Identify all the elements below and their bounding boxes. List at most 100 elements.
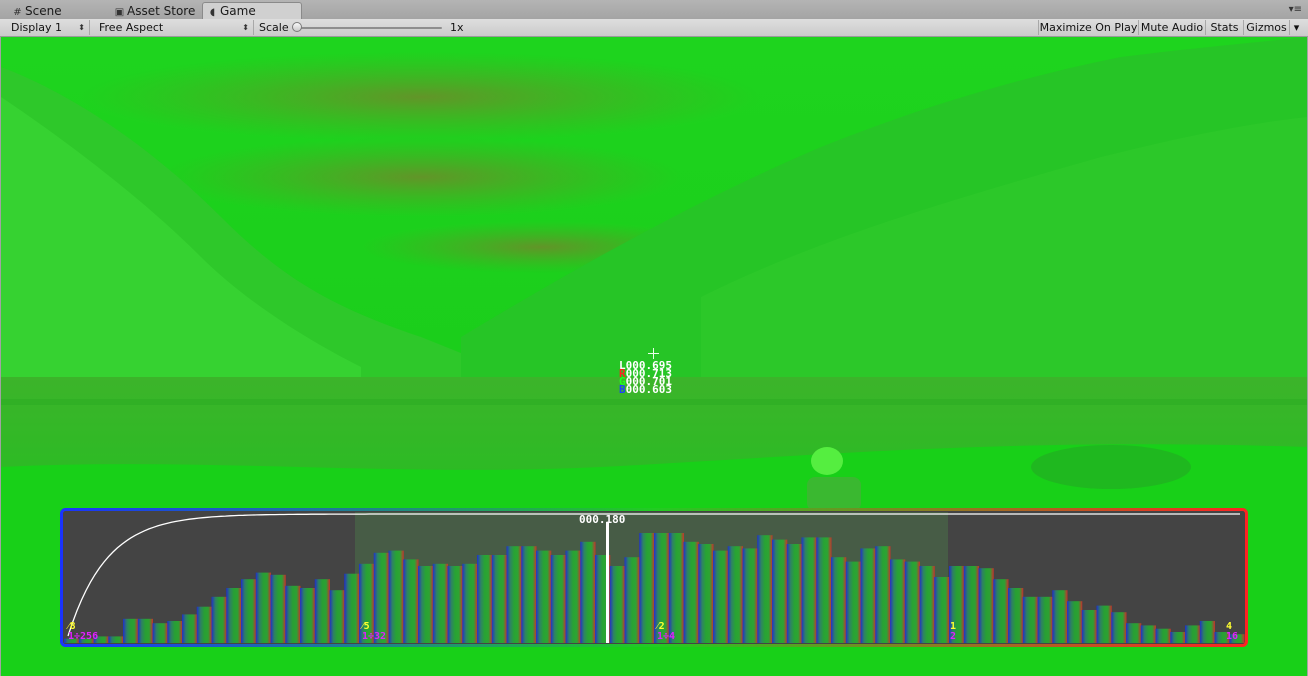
histogram-bar — [226, 588, 242, 643]
histogram-bar — [1170, 632, 1186, 643]
panel-menu-icon[interactable]: ▾≡ — [1289, 5, 1302, 15]
maximize-on-play-button[interactable]: Maximize On Play — [1038, 20, 1138, 35]
histogram-bar — [565, 550, 581, 643]
pixel-value-readout: L000.695 R000.713 G000.701 B000.603 — [619, 360, 672, 396]
histogram-bar — [536, 550, 552, 643]
histogram-bar — [801, 537, 817, 643]
histogram-bar — [344, 573, 360, 643]
histogram-bar — [639, 533, 655, 643]
histogram-bar — [875, 546, 891, 643]
histogram-bar — [418, 566, 434, 643]
histogram-bar — [963, 566, 979, 643]
dropdown-arrow-icon: ⬍ — [78, 23, 85, 32]
histogram-bar — [580, 541, 596, 643]
histogram-bar — [1067, 601, 1083, 643]
game-toolbar: Display 1 ⬍ Free Aspect ⬍ Scale 1x Maxim… — [0, 19, 1308, 37]
histogram-bar — [786, 544, 802, 643]
display-dropdown[interactable]: Display 1 ⬍ — [6, 20, 90, 35]
tab-game[interactable]: ◖ Game — [202, 2, 302, 20]
histogram-bar — [373, 552, 389, 643]
histogram-bar — [698, 544, 714, 643]
tab-asset-store[interactable]: ▣ Asset Store — [110, 3, 196, 19]
histogram-chart — [60, 508, 1248, 647]
tab-scene-label: Scene — [25, 4, 62, 18]
histogram-bar — [904, 561, 920, 643]
histogram-bar — [447, 566, 463, 643]
gizmos-dropdown-arrow-icon[interactable]: ▾ — [1289, 20, 1303, 35]
histogram-bar — [137, 618, 153, 643]
histogram-bar — [668, 533, 684, 643]
histogram-bar — [742, 548, 758, 643]
display-dropdown-label: Display 1 — [11, 21, 63, 34]
histogram-bar — [462, 563, 478, 643]
histogram-bar — [727, 546, 743, 643]
histogram-bar — [432, 563, 448, 643]
histogram-value-marker — [606, 522, 609, 643]
histogram-bar — [683, 541, 699, 643]
editor-tab-strip: # Scene ▣ Asset Store ◖ Game ▾≡ — [0, 0, 1308, 20]
histogram-bar — [270, 574, 286, 643]
crosshair-icon — [648, 348, 659, 359]
histogram-bar — [1096, 605, 1112, 643]
histogram-bar — [609, 566, 625, 643]
scale-slider-thumb[interactable] — [292, 22, 302, 32]
histogram-bar — [1052, 590, 1068, 643]
histogram-bar — [123, 618, 139, 643]
histogram-bar — [167, 621, 183, 643]
luminance-histogram: 000.180 ⁄8 1÷256 ⁄5 1÷32 ⁄2 1÷4 1 2 4 16 — [60, 508, 1248, 647]
tab-asset-store-label: Asset Store — [127, 4, 196, 18]
histogram-bar — [1008, 588, 1024, 643]
stop-label-2-bottom: 1÷4 — [657, 631, 676, 642]
histogram-bar — [506, 546, 522, 643]
readout-blue: B000.603 — [619, 383, 672, 396]
mute-audio-button[interactable]: Mute Audio — [1138, 20, 1205, 35]
histogram-bar — [491, 555, 507, 643]
histogram-bar — [624, 557, 640, 643]
scale-label: Scale — [259, 21, 289, 34]
histogram-bar — [241, 579, 257, 643]
aspect-dropdown-label: Free Aspect — [99, 21, 164, 34]
game-view[interactable]: L000.695 R000.713 G000.701 B000.603 000.… — [1, 37, 1307, 676]
histogram-bar — [1111, 612, 1127, 643]
histogram-current-value: 000.180 — [579, 513, 626, 526]
stats-button[interactable]: Stats — [1205, 20, 1243, 35]
histogram-bar — [521, 546, 537, 643]
scale-value: 1x — [450, 21, 464, 34]
histogram-bar — [477, 555, 493, 643]
histogram-bar — [550, 555, 566, 643]
scale-slider-track[interactable] — [298, 27, 442, 29]
histogram-bar — [1126, 623, 1142, 643]
tab-scene[interactable]: # Scene — [8, 3, 62, 19]
histogram-bar — [816, 537, 832, 643]
histogram-bar — [108, 636, 124, 643]
tab-game-label: Game — [220, 4, 256, 18]
histogram-bar — [978, 568, 994, 643]
histogram-bar — [1155, 628, 1171, 643]
histogram-bar — [388, 550, 404, 643]
histogram-bar — [919, 566, 935, 643]
histogram-bar — [934, 577, 950, 643]
dropdown-arrow-icon: ⬍ — [242, 23, 249, 32]
histogram-bar — [1199, 621, 1215, 643]
stop-label-1-bottom: 1÷32 — [362, 631, 387, 642]
histogram-bar — [757, 535, 773, 643]
histogram-bar — [152, 623, 168, 643]
histogram-bar — [255, 572, 271, 643]
histogram-bar — [1081, 610, 1097, 643]
histogram-bar — [403, 559, 419, 643]
histogram-bar — [1140, 625, 1156, 643]
stop-label-4-bottom: 16 — [1226, 631, 1239, 642]
histogram-bar — [314, 579, 330, 643]
histogram-bar — [182, 614, 198, 643]
aspect-dropdown[interactable]: Free Aspect ⬍ — [94, 20, 254, 35]
histogram-bar — [1185, 625, 1201, 643]
histogram-bar — [196, 606, 212, 643]
gizmos-button[interactable]: Gizmos — [1243, 20, 1289, 35]
histogram-bar — [329, 590, 345, 643]
histogram-bar — [860, 548, 876, 643]
histogram-bar — [993, 579, 1009, 643]
histogram-bar — [1037, 596, 1053, 643]
histogram-bar — [1022, 596, 1038, 643]
histogram-bar — [890, 559, 906, 643]
histogram-bar — [772, 539, 788, 643]
